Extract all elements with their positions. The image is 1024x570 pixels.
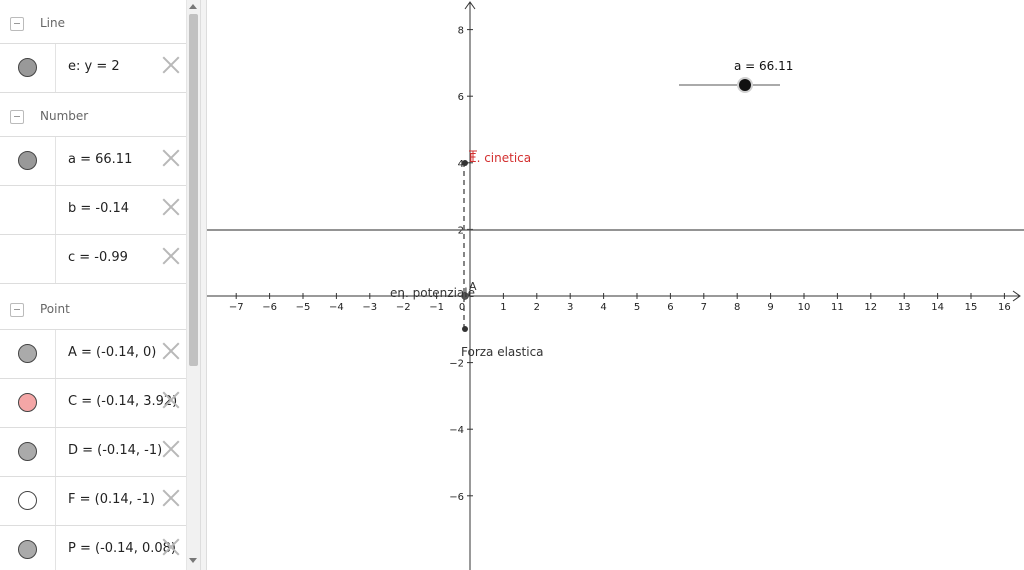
algebra-row-text[interactable]: P = (-0.14, 0.08) <box>68 541 176 556</box>
visibility-toggle-icon[interactable] <box>18 540 37 559</box>
delete-icon[interactable] <box>162 489 180 507</box>
algebra-row-text[interactable]: a = 66.11 <box>68 152 132 167</box>
algebra-row-text[interactable]: b = -0.14 <box>68 201 129 216</box>
x-tick-label: −6 <box>262 302 277 313</box>
slider-label: a = 66.11 <box>734 59 793 73</box>
y-tick-label: −6 <box>449 492 464 503</box>
x-tick-label: 13 <box>898 302 911 313</box>
visibility-toggle-icon[interactable] <box>18 442 37 461</box>
algebra-row-a[interactable]: a = 66.11 <box>0 137 186 186</box>
visibility-toggle-icon[interactable] <box>18 393 37 412</box>
visibility-toggle-icon[interactable] <box>18 491 37 510</box>
x-tick-label: 15 <box>965 302 978 313</box>
x-tick-label: 3 <box>567 302 573 313</box>
algebra-row-A[interactable]: A = (-0.14, 0) <box>0 330 186 379</box>
y-tick-label: 6 <box>458 92 464 103</box>
algebra-row-C[interactable]: C = (-0.14, 3.92) <box>0 379 186 428</box>
delete-icon[interactable] <box>162 391 180 409</box>
algebra-row-c[interactable]: c = -0.99 <box>0 235 186 284</box>
label-forza[interactable]: Forza elastica <box>461 345 544 359</box>
x-tick-label: 9 <box>767 302 773 313</box>
delete-icon[interactable] <box>162 440 180 458</box>
x-tick-label: 14 <box>931 302 944 313</box>
group-label: Line <box>40 16 66 30</box>
x-tick-label: −4 <box>329 302 344 313</box>
collapse-icon[interactable] <box>10 17 24 31</box>
scroll-down-icon[interactable] <box>189 558 197 563</box>
group-header-point[interactable]: Point <box>0 286 186 330</box>
visibility-toggle-icon[interactable] <box>18 58 37 77</box>
point-D[interactable] <box>462 326 468 332</box>
delete-icon[interactable] <box>162 342 180 360</box>
x-tick-label: −7 <box>229 302 244 313</box>
algebra-row-text[interactable]: C = (-0.14, 3.92) <box>68 394 177 409</box>
algebra-row-e[interactable]: e: y = 2 <box>0 44 186 93</box>
visibility-toggle-icon[interactable] <box>18 151 37 170</box>
algebra-view: Line e: y = 2 Number a = 66.11 b = -0.14… <box>0 0 186 570</box>
delete-icon[interactable] <box>162 56 180 74</box>
y-tick-label: 2 <box>458 225 464 236</box>
algebra-row-text[interactable]: e: y = 2 <box>68 59 120 74</box>
visibility-toggle-icon[interactable] <box>18 344 37 363</box>
x-tick-label: 12 <box>864 302 877 313</box>
point-C[interactable] <box>462 160 468 166</box>
x-tick-label: 10 <box>798 302 811 313</box>
label-ecinetica[interactable]: E. cinetica <box>469 151 531 165</box>
algebra-scrollbar[interactable] <box>186 0 200 570</box>
x-tick-label: −2 <box>396 302 411 313</box>
x-tick-label: 7 <box>701 302 707 313</box>
label-potenziale[interactable]: en. potenziale <box>390 286 475 300</box>
graphics-view[interactable]: −7 −6 −5 −4 −3 −2 −1 0 1 2 3 4 5 6 7 8 9 10 11 12 13 14 15 16 8… <box>207 0 1024 570</box>
collapse-icon[interactable] <box>10 110 24 124</box>
x-tick-label: 1 <box>500 302 506 313</box>
group-label: Number <box>40 109 89 123</box>
scroll-thumb[interactable] <box>189 14 198 366</box>
x-tick-label: −5 <box>296 302 311 313</box>
x-tick-label: −1 <box>429 302 444 313</box>
x-tick-label: 11 <box>831 302 844 313</box>
y-tick-label: −2 <box>449 359 464 370</box>
group-header-line[interactable]: Line <box>0 0 186 44</box>
collapse-icon[interactable] <box>10 303 24 317</box>
group-header-number[interactable]: Number <box>0 93 186 137</box>
label-point-a: A <box>469 280 477 293</box>
slider-handle-core[interactable] <box>739 79 751 91</box>
delete-icon[interactable] <box>162 149 180 167</box>
delete-icon[interactable] <box>162 198 180 216</box>
x-tick-label: 16 <box>998 302 1011 313</box>
y-tick-label: 8 <box>458 26 464 37</box>
group-label: Point <box>40 302 70 316</box>
x-tick-label: 8 <box>734 302 740 313</box>
algebra-row-b[interactable]: b = -0.14 <box>0 186 186 235</box>
algebra-row-text[interactable]: D = (-0.14, -1) <box>68 443 162 458</box>
algebra-row-D[interactable]: D = (-0.14, -1) <box>0 428 186 477</box>
view-divider[interactable] <box>200 0 207 570</box>
delete-icon[interactable] <box>162 538 180 556</box>
scroll-up-icon[interactable] <box>189 4 197 9</box>
delete-icon[interactable] <box>162 247 180 265</box>
algebra-row-F[interactable]: F = (0.14, -1) <box>0 477 186 526</box>
x-tick-label: 6 <box>667 302 673 313</box>
algebra-row-text[interactable]: F = (0.14, -1) <box>68 492 155 507</box>
algebra-row-text[interactable]: A = (-0.14, 0) <box>68 345 156 360</box>
algebra-row-text[interactable]: c = -0.99 <box>68 250 128 265</box>
x-tick-label: 2 <box>534 302 540 313</box>
algebra-row-P[interactable]: P = (-0.14, 0.08) <box>0 526 186 570</box>
x-tick-label: 5 <box>634 302 640 313</box>
x-tick-label: −3 <box>362 302 377 313</box>
y-tick-label: −4 <box>449 425 464 436</box>
x-tick-label: 4 <box>600 302 606 313</box>
